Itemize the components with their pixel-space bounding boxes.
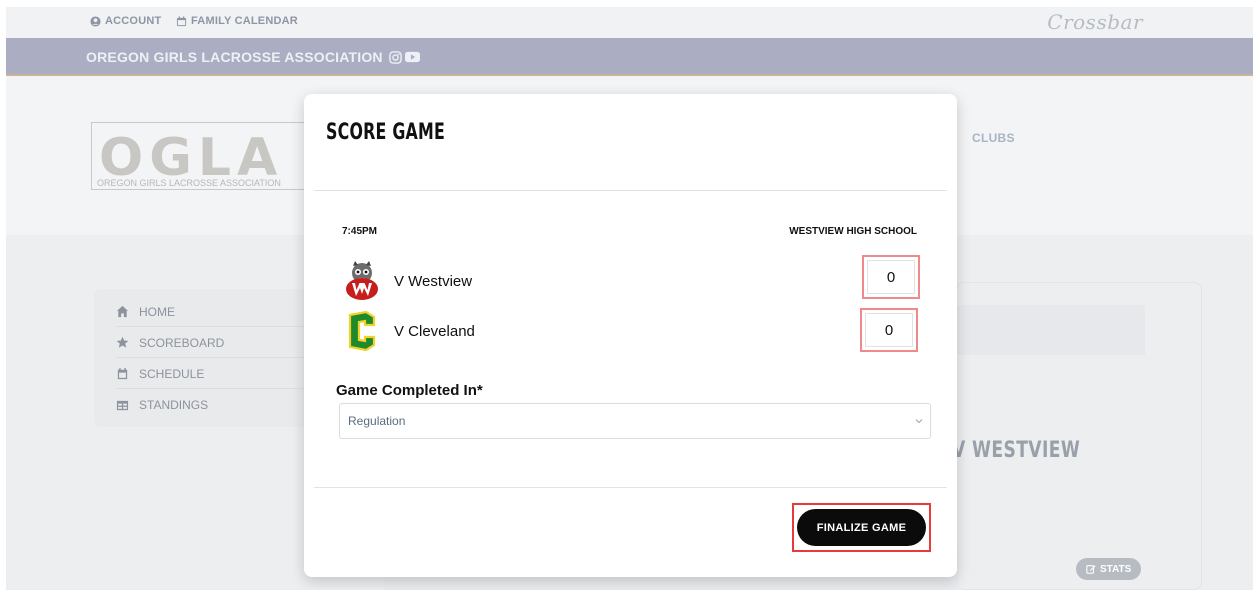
org-title[interactable]: OREGON GIRLS LACROSSE ASSOCIATION bbox=[86, 49, 420, 65]
org-bar: OREGON GIRLS LACROSSE ASSOCIATION bbox=[6, 38, 1253, 76]
score-game-modal: SCORE GAME 7:45PM WESTVIEW HIGH SCHOOL V… bbox=[304, 94, 957, 577]
instagram-icon[interactable] bbox=[388, 50, 402, 64]
org-logo[interactable]: OGLA OREGON GIRLS LACROSSE ASSOCIATION bbox=[91, 122, 311, 197]
family-calendar-link[interactable]: FAMILY CALENDAR bbox=[176, 15, 298, 27]
sidebar-item-home[interactable]: HOME bbox=[116, 297, 316, 327]
game-heading: V WESTVIEW bbox=[952, 438, 1081, 463]
modal-title: SCORE GAME bbox=[326, 120, 446, 145]
social-links bbox=[388, 50, 420, 64]
finalize-highlight: FINALIZE GAME bbox=[792, 503, 931, 552]
sidebar-item-standings[interactable]: STANDINGS bbox=[116, 390, 316, 420]
sidebar-item-label: HOME bbox=[139, 304, 175, 319]
modal-footer-divider bbox=[314, 487, 947, 488]
game-completed-label: Game Completed In* bbox=[336, 382, 483, 399]
account-link[interactable]: ACCOUNT bbox=[90, 15, 161, 27]
chevron-down-icon bbox=[915, 419, 923, 424]
game-completed-select[interactable]: Regulation bbox=[339, 403, 931, 439]
family-calendar-label: FAMILY CALENDAR bbox=[191, 15, 298, 27]
westview-wildcat-logo bbox=[342, 259, 382, 303]
stats-button[interactable]: STATS bbox=[1076, 558, 1142, 580]
youtube-icon[interactable] bbox=[404, 51, 420, 63]
sidebar-item-scoreboard[interactable]: SCOREBOARD bbox=[116, 328, 316, 358]
team-name: V Westview bbox=[394, 272, 473, 290]
cleveland-c-logo bbox=[342, 309, 382, 353]
sidebar-item-label: STANDINGS bbox=[139, 398, 209, 412]
org-name: OREGON GIRLS LACROSSE ASSOCIATION bbox=[86, 49, 383, 65]
nav-clubs[interactable]: CLUBS bbox=[972, 131, 1015, 145]
score-highlight-cleveland bbox=[860, 308, 918, 352]
top-bar: ACCOUNT FAMILY CALENDAR Crossbar bbox=[6, 7, 1253, 38]
cleveland-score-input[interactable] bbox=[865, 313, 913, 347]
home-icon bbox=[116, 305, 129, 318]
edit-icon bbox=[1086, 565, 1096, 574]
game-detail-panel bbox=[956, 282, 1202, 590]
game-time: 7:45PM bbox=[342, 226, 378, 237]
select-value: Regulation bbox=[348, 414, 406, 428]
table-icon bbox=[116, 400, 129, 410]
calendar-icon bbox=[176, 15, 187, 26]
team-row-westview: V Westview bbox=[342, 259, 922, 303]
score-highlight-westview bbox=[862, 255, 920, 299]
crossbar-logo[interactable]: Crossbar bbox=[1047, 10, 1143, 34]
modal-header-divider bbox=[314, 190, 947, 191]
panel-strip bbox=[957, 305, 1145, 355]
sidebar-item-label: SCOREBOARD bbox=[139, 335, 225, 350]
logo-subtitle: OREGON GIRLS LACROSSE ASSOCIATION bbox=[95, 178, 283, 188]
sidebar-item-label: SCHEDULE bbox=[139, 366, 205, 381]
finalize-game-button[interactable]: FINALIZE GAME bbox=[797, 509, 926, 546]
game-venue: WESTVIEW HIGH SCHOOL bbox=[789, 226, 917, 237]
calendar-icon bbox=[117, 367, 128, 380]
team-name: V Cleveland bbox=[394, 322, 475, 340]
star-icon bbox=[116, 336, 129, 348]
account-label: ACCOUNT bbox=[105, 15, 162, 27]
stats-label: STATS bbox=[1100, 563, 1132, 575]
user-circle-icon bbox=[90, 15, 101, 27]
sidebar-item-schedule[interactable]: SCHEDULE bbox=[116, 359, 316, 389]
westview-score-input[interactable] bbox=[867, 260, 915, 294]
side-nav: HOME SCOREBOARD SCHEDULE STANDINGS bbox=[94, 289, 319, 427]
team-row-cleveland: V Cleveland bbox=[342, 309, 922, 353]
